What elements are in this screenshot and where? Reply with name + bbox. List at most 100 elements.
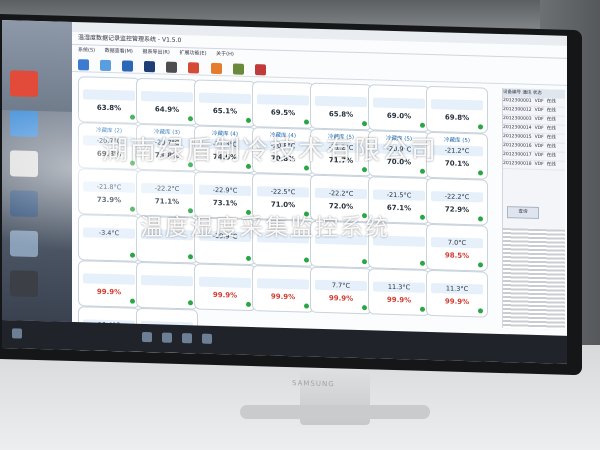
sensor-temperature: -22.5°C <box>257 186 309 198</box>
sensor-name <box>195 266 255 268</box>
sensor-humidity: 72.9% <box>444 205 470 215</box>
device-cell: 在线 <box>546 144 556 150</box>
device-cell: 在线 <box>546 117 556 123</box>
sensor-card[interactable]: 99.9% <box>252 265 314 313</box>
sensor-humidity: 99.9% <box>270 292 296 302</box>
desktop-app-icon[interactable] <box>10 270 38 298</box>
sensor-card[interactable]: 99.9% <box>78 260 140 308</box>
sensor-name <box>137 81 197 83</box>
sensor-humidity: 64.9% <box>154 105 180 114</box>
menu-item-about[interactable]: 关于(H) <box>216 51 234 57</box>
start-icon[interactable] <box>12 328 22 339</box>
sensor-card[interactable]: 99.9% <box>194 263 256 312</box>
menu-item-system[interactable]: 系统(S) <box>78 47 95 53</box>
sensor-name <box>137 311 197 313</box>
device-row[interactable]: 2012300018 VDF 在线 <box>503 160 565 171</box>
menu-item-data[interactable]: 数据查看(M) <box>105 48 133 55</box>
sensor-temperature <box>315 95 367 108</box>
query-button[interactable]: 查询 <box>507 206 539 220</box>
status-dot-icon <box>304 303 309 309</box>
device-cell: 2012300017 <box>503 152 532 158</box>
sensor-temperature <box>257 278 309 290</box>
sensor-humidity <box>253 246 313 248</box>
sensor-name <box>427 89 487 91</box>
device-cell: VDF <box>534 125 544 132</box>
sensor-humidity <box>311 248 371 250</box>
desktop-app-icon[interactable] <box>10 70 38 98</box>
sensor-temperature: -22.2°C <box>431 191 483 203</box>
sensor-humidity: 65.1% <box>212 106 238 116</box>
watermark-company: 湖南绿盾制冷技术有限公司 <box>102 136 439 166</box>
column-comm: 通讯 <box>522 90 532 96</box>
device-cell: VDF <box>534 161 544 168</box>
sensor-temperature: 11.3°C <box>373 281 425 293</box>
sensor-card[interactable]: -22.2°C 72.9% <box>426 177 488 226</box>
sensor-humidity: 99.9% <box>328 294 354 303</box>
status-dot-icon <box>420 306 425 312</box>
sensor-humidity: 99.9% <box>212 290 238 300</box>
toolbar-settings-icon[interactable] <box>144 61 156 73</box>
sensor-card[interactable]: 69.8% <box>426 85 488 134</box>
status-dot-icon <box>478 216 483 222</box>
sensor-humidity <box>137 289 197 291</box>
toolbar-exit-icon[interactable] <box>254 64 266 76</box>
device-cell: VDF <box>534 152 544 159</box>
status-dot-icon <box>362 259 367 265</box>
status-dot-icon <box>478 124 483 130</box>
sensor-temperature <box>431 99 483 111</box>
device-cell: VDF <box>534 98 544 105</box>
sensor-card[interactable]: 69.5% <box>252 81 314 129</box>
toolbar-device-icon[interactable] <box>100 59 112 72</box>
toolbar-backup-icon[interactable] <box>232 63 244 75</box>
device-cell: 2012300003 <box>503 116 532 122</box>
screen: 温湿度数据记录监控管理系统 - V1.5.0 系统(S) 数据查看(M) 报表导… <box>2 20 567 364</box>
sensor-card[interactable]: 7.7°C 99.9% <box>310 266 372 315</box>
status-dot-icon <box>362 305 367 311</box>
device-cell: 2012300018 <box>503 161 532 167</box>
toolbar-export-icon[interactable] <box>210 62 222 75</box>
sensor-temperature <box>141 90 193 103</box>
sensor-name <box>311 86 371 88</box>
toolbar-monitor-icon[interactable] <box>78 59 89 71</box>
sensor-card[interactable]: 11.3°C 99.9% <box>368 268 430 316</box>
toolbar-chart-icon[interactable] <box>122 60 134 72</box>
status-dot-icon <box>362 167 367 173</box>
menu-item-report[interactable]: 报表导出(R) <box>142 49 169 56</box>
sensor-card[interactable]: 69.0% <box>368 84 430 132</box>
status-dot-icon <box>130 298 135 304</box>
sensor-temperature <box>141 274 193 287</box>
toolbar-report-icon[interactable] <box>188 62 200 74</box>
device-cell: 2012300014 <box>503 125 532 131</box>
sensor-card[interactable] <box>136 261 198 310</box>
watermark-system: 温度湿度采集监控系统 <box>140 215 390 241</box>
sensor-name <box>311 178 371 180</box>
sensor-name <box>79 309 139 311</box>
taskbar-app-icon[interactable] <box>162 332 172 343</box>
sensor-humidity: 69.0% <box>386 111 412 121</box>
sensor-name <box>79 263 139 265</box>
sensor-name <box>369 271 429 273</box>
toolbar-alarm-icon[interactable] <box>166 61 178 73</box>
sensor-temperature: -22.2°C <box>315 187 367 200</box>
sensor-temperature <box>83 273 135 285</box>
sensor-name <box>253 176 313 178</box>
sensor-card[interactable]: 7.0°C 98.5% <box>426 223 488 272</box>
status-dot-icon <box>420 168 425 174</box>
device-cell: 2012300015 <box>503 134 532 140</box>
taskbar-app-icon[interactable] <box>202 333 212 344</box>
status-dot-icon <box>478 170 483 176</box>
sensor-name <box>253 268 313 270</box>
device-cell: 在线 <box>546 162 556 168</box>
sensor-name <box>253 84 313 86</box>
sensor-temperature <box>199 276 251 288</box>
menu-item-extensions[interactable]: 扩展功能(E) <box>179 50 206 57</box>
sensor-card[interactable]: 65.8% <box>310 82 372 131</box>
sensor-card[interactable]: 11.3°C 99.9% <box>426 269 488 318</box>
sensor-name <box>311 270 371 272</box>
sensor-temperature <box>199 92 251 104</box>
taskbar-app-icon[interactable] <box>182 333 192 344</box>
sensor-name <box>427 227 487 229</box>
taskbar-app-icon[interactable] <box>142 331 152 343</box>
device-list-panel: 设备编号 通讯 状态 2012300001 VDF 在线 2012300012 VDF 在… <box>502 88 565 330</box>
sensor-humidity: 98.5% <box>444 251 470 261</box>
